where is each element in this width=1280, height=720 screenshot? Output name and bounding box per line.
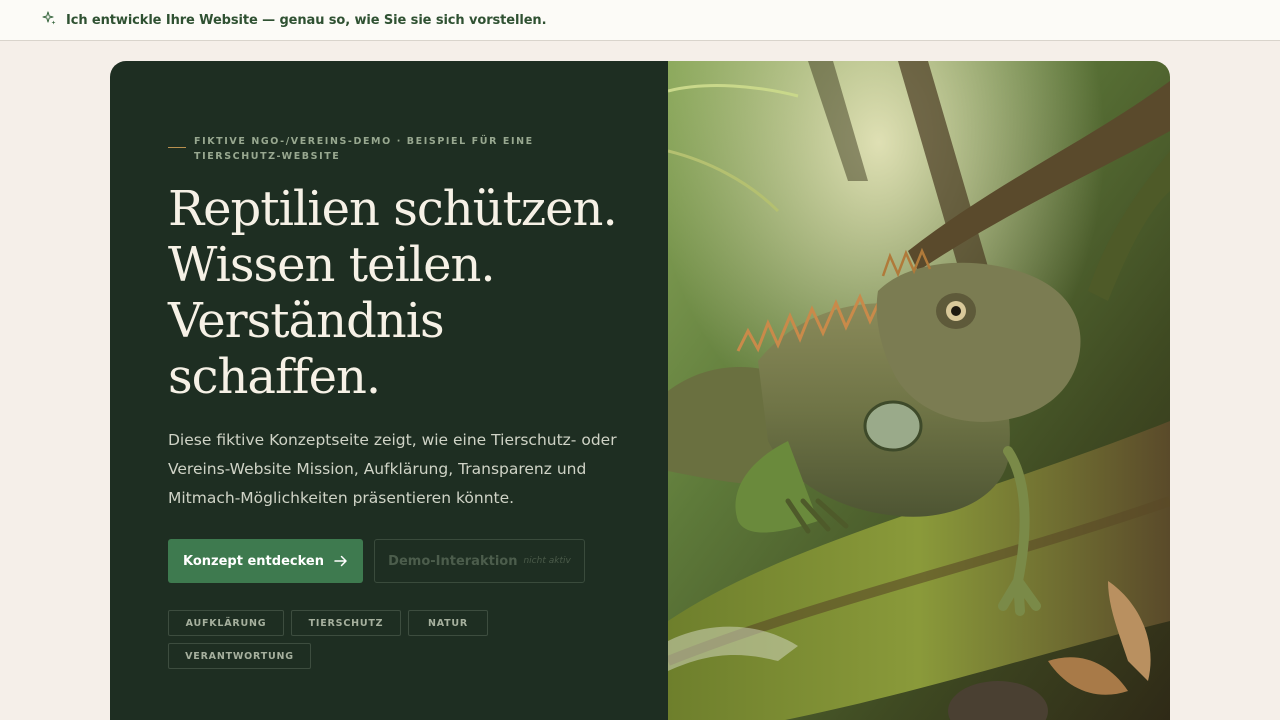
- discover-concept-button[interactable]: Konzept entdecken: [168, 539, 363, 583]
- demo-interaction-label: Demo-Interaktion: [388, 553, 518, 569]
- sparkle-icon: [42, 11, 56, 25]
- eyebrow-divider: [168, 147, 186, 148]
- tag-natur: NATUR: [408, 610, 488, 636]
- headline-line-2: Wissen teilen.: [168, 237, 496, 293]
- demo-interaction-button[interactable]: Demo-Interaktion nicht aktiv: [374, 539, 585, 583]
- headline-line-3: Verständnis: [168, 293, 445, 349]
- eyebrow: FIKTIVE NGO-/VEREINS-DEMO · BEISPIEL FÜR…: [168, 134, 548, 164]
- tag-aufklaerung: AUFKLÄRUNG: [168, 610, 284, 636]
- hero-section: FIKTIVE NGO-/VEREINS-DEMO · BEISPIEL FÜR…: [110, 61, 1170, 720]
- headline-line-1: Reptilien schützen.: [168, 181, 618, 237]
- tag-tierschutz: TIERSCHUTZ: [291, 610, 401, 636]
- iguana-image: [666, 61, 1170, 720]
- iguana-illustration: [666, 61, 1170, 720]
- discover-concept-label: Konzept entdecken: [183, 553, 324, 569]
- top-banner: Ich entwickle Ihre Website — genau so, w…: [0, 0, 1280, 41]
- arrow-right-icon: [334, 555, 347, 567]
- hero-headline: Reptilien schützen. Wissen teilen. Verst…: [168, 181, 638, 405]
- headline-line-4: schaffen.: [168, 349, 381, 405]
- banner-text: Ich entwickle Ihre Website — genau so, w…: [66, 12, 547, 28]
- tag-verantwortung: VERANTWORTUNG: [168, 643, 311, 669]
- eyebrow-text: FIKTIVE NGO-/VEREINS-DEMO · BEISPIEL FÜR…: [194, 136, 534, 162]
- demo-interaction-note: nicht aktiv: [523, 556, 571, 566]
- hero-content: FIKTIVE NGO-/VEREINS-DEMO · BEISPIEL FÜR…: [110, 61, 668, 720]
- hero-intro: Diese fiktive Konzeptseite zeigt, wie ei…: [168, 431, 617, 507]
